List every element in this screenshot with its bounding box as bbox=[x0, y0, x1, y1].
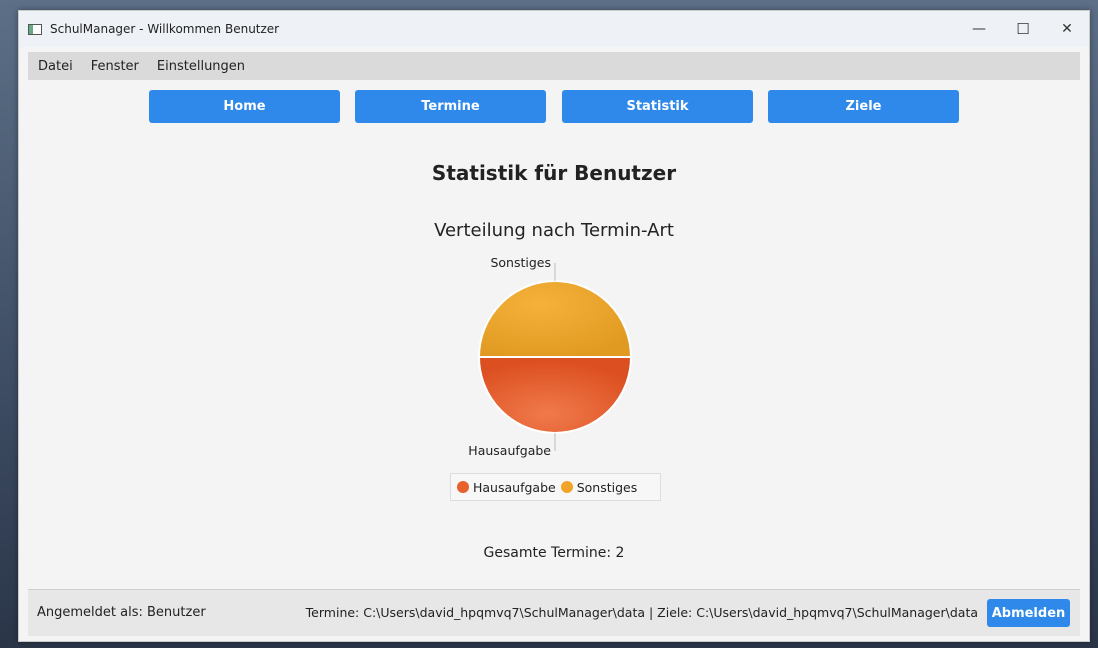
total-termine: Gesamte Termine: 2 bbox=[483, 545, 625, 561]
chart-legend: Hausaufgabe Sonstiges bbox=[450, 473, 661, 501]
legend-item-sonstiges: Sonstiges bbox=[560, 479, 638, 495]
legend-dot-sonstiges bbox=[560, 481, 573, 493]
legend-item-hausaufgabe: Hausaufgabe bbox=[457, 480, 556, 495]
legend-dot-hausaufgabe bbox=[457, 481, 469, 493]
pie-label-sonstiges: Sonstiges bbox=[490, 255, 551, 270]
pie-label-hausaufgabe: Hausaufgabe bbox=[468, 443, 551, 458]
status-bar: Angemeldet als: Benutzer Termine: C:\Use… bbox=[28, 589, 1080, 636]
legend-label-hausaufgabe: Hausaufgabe bbox=[473, 479, 556, 495]
logout-button[interactable]: Abmelden bbox=[987, 599, 1070, 627]
pie-slice-sonstiges bbox=[477, 280, 633, 358]
data-paths: Termine: C:\Users\david_hpqmvq7\SchulMan… bbox=[305, 605, 978, 620]
legend-label-sonstiges: Sonstiges bbox=[576, 479, 638, 495]
logged-in-label: Angemeldet als: Benutzer bbox=[37, 605, 206, 620]
app-window: SchulManager - Willkommen Benutzer — ☐ ✕… bbox=[18, 10, 1090, 642]
pie-slice-hausaufgabe bbox=[477, 356, 633, 434]
